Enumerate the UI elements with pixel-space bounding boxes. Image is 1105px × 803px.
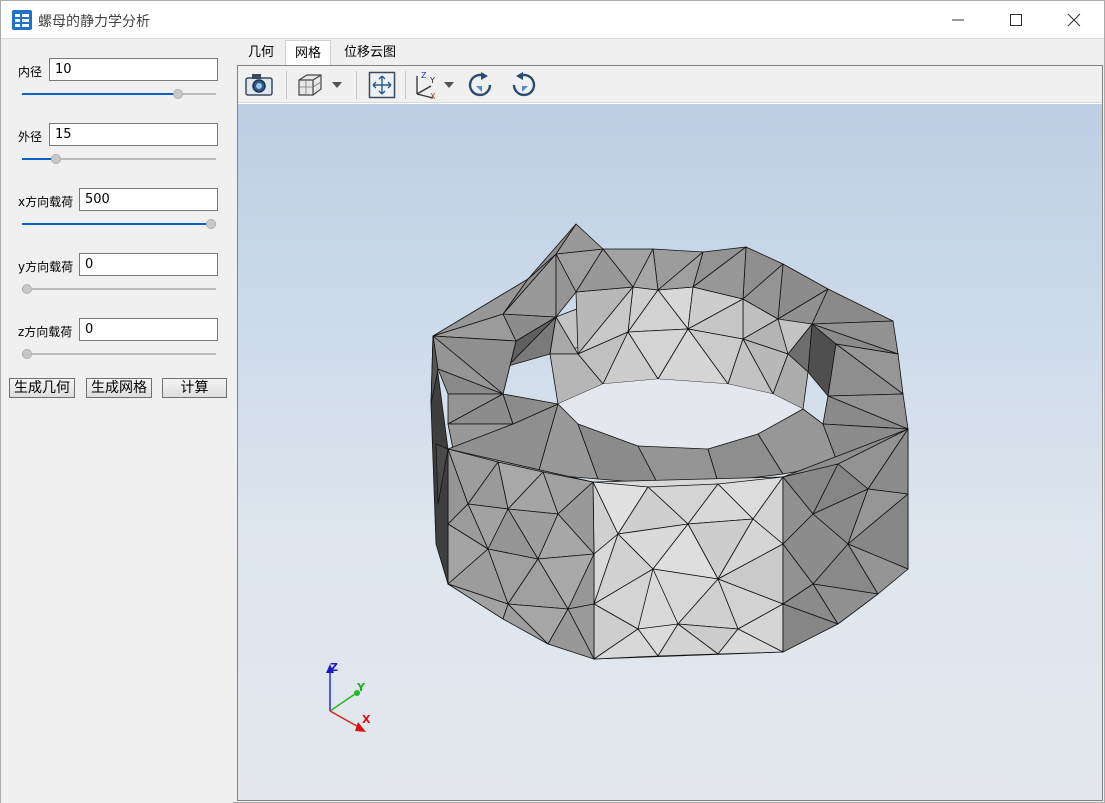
app-window: 螺母的静力学分析 内径 10 外径 15 x方向载荷 500 y方向载荷 0 z…	[0, 0, 1105, 803]
svg-text:X: X	[430, 92, 436, 100]
x-load-input[interactable]: 500	[79, 188, 218, 211]
close-icon	[1067, 13, 1081, 26]
svg-text:Y: Y	[429, 76, 435, 85]
axis-label-x: X	[362, 713, 371, 726]
camera-icon	[245, 74, 273, 96]
z-load-input[interactable]: 0	[79, 318, 218, 341]
inner-diameter-input[interactable]: 10	[49, 58, 218, 81]
dropdown-arrow-icon	[332, 82, 342, 88]
rotate-ccw-icon	[512, 72, 536, 97]
y-load-slider[interactable]	[22, 283, 216, 295]
view-cube-button[interactable]	[294, 70, 326, 100]
parameter-panel: 内径 10 外径 15 x方向载荷 500 y方向载荷 0 z方向载荷 0 生成…	[1, 39, 233, 803]
maximize-button[interactable]	[987, 1, 1045, 38]
slider-thumb[interactable]	[206, 219, 216, 229]
nut-mesh-model[interactable]: Z Y X	[238, 104, 1102, 800]
generate-mesh-button[interactable]: 生成网格	[86, 378, 152, 398]
view-cube-icon	[298, 74, 322, 96]
fit-view-icon	[368, 71, 396, 99]
client-area: 内径 10 外径 15 x方向载荷 500 y方向载荷 0 z方向载荷 0 生成…	[1, 38, 1104, 803]
axis-label-y: Y	[356, 681, 366, 694]
generate-geometry-button[interactable]: 生成几何	[9, 378, 75, 398]
z-load-label: z方向载荷	[18, 325, 73, 339]
slider-thumb[interactable]	[22, 349, 32, 359]
inner-diameter-label: 内径	[18, 65, 43, 79]
3d-viewport[interactable]: Z Y X	[238, 104, 1102, 800]
minimize-button[interactable]	[929, 1, 987, 38]
toolbar-separator	[286, 71, 287, 99]
view-cube-dropdown[interactable]	[330, 70, 344, 100]
toolbar-separator	[356, 71, 357, 99]
axis-triad	[326, 664, 366, 732]
title-bar[interactable]: 螺母的静力学分析	[1, 1, 1104, 38]
viewer-toolbar: Z Y X	[238, 66, 1102, 103]
slider-thumb[interactable]	[22, 284, 32, 294]
rotate-clockwise-button[interactable]	[464, 70, 498, 100]
view-frame: Z Y X Z Y X	[237, 65, 1103, 801]
rotate-counterclockwise-button[interactable]	[506, 70, 540, 100]
maximize-icon	[1010, 13, 1022, 26]
screenshot-button[interactable]	[242, 70, 276, 100]
outer-diameter-input[interactable]: 15	[49, 123, 218, 146]
rotate-cw-icon	[468, 72, 492, 97]
close-button[interactable]	[1045, 1, 1103, 38]
tab-geometry[interactable]: 几何	[239, 42, 283, 65]
y-load-label: y方向载荷	[18, 260, 74, 274]
x-load-label: x方向载荷	[18, 195, 74, 209]
svg-text:Z: Z	[421, 71, 427, 80]
outer-diameter-slider[interactable]	[22, 153, 216, 165]
window-title: 螺母的静力学分析	[38, 14, 150, 30]
tab-displacement[interactable]: 位移云图	[335, 42, 405, 65]
axes-orientation-icon: Z Y X	[416, 71, 436, 100]
y-load-input[interactable]: 0	[79, 253, 218, 276]
slider-thumb[interactable]	[51, 154, 61, 164]
minimize-icon	[952, 19, 964, 20]
dropdown-arrow-icon	[444, 82, 454, 88]
outer-diameter-label: 外径	[18, 130, 43, 144]
axis-label-z: Z	[330, 661, 338, 674]
z-load-slider[interactable]	[22, 348, 216, 360]
compute-button[interactable]: 计算	[162, 378, 227, 398]
slider-thumb[interactable]	[173, 89, 183, 99]
axes-orientation-button[interactable]: Z Y X	[410, 70, 440, 100]
tab-mesh[interactable]: 网格	[285, 40, 332, 66]
x-load-slider[interactable]	[22, 218, 216, 230]
toolbar-separator	[405, 71, 406, 99]
fit-view-button[interactable]	[365, 70, 399, 100]
axes-orientation-dropdown[interactable]	[442, 70, 456, 100]
app-icon	[12, 10, 32, 30]
inner-diameter-slider[interactable]	[22, 88, 216, 100]
